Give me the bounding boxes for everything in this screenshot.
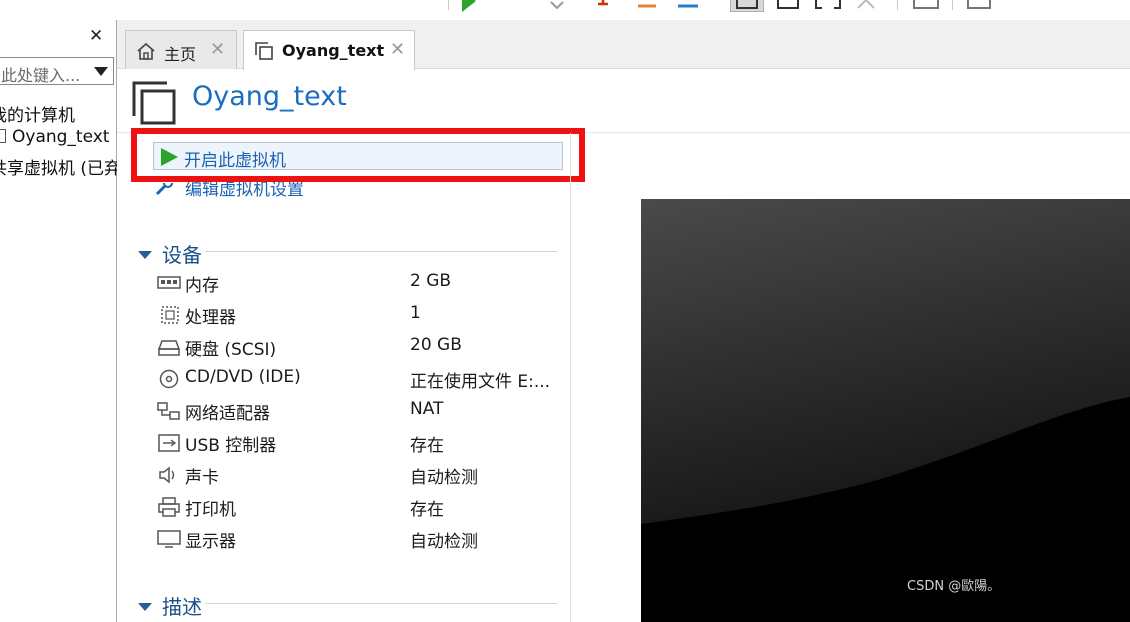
- device-row-sound[interactable]: 声卡 自动检测: [157, 461, 557, 489]
- device-value: 存在: [410, 436, 444, 456]
- toolbar-separator: [448, 0, 449, 10]
- search-placeholder: 在此处键入...: [0, 66, 81, 85]
- device-row-hard-disk[interactable]: 硬盘 (SCSI) 20 GB: [157, 333, 557, 361]
- device-name: CD/DVD (IDE): [185, 367, 301, 387]
- device-value: 自动检测: [410, 468, 478, 488]
- cd-dvd-icon: [159, 369, 179, 389]
- devices-section-toggle[interactable]: 设备: [138, 239, 202, 268]
- vm-title: Oyang_text: [192, 81, 347, 112]
- collapse-icon: [138, 251, 152, 259]
- device-name: 硬盘 (SCSI): [185, 340, 277, 360]
- tree-item-label: 我的计算机: [0, 106, 75, 126]
- toolbar-separator: [897, 0, 898, 10]
- revert-snapshot-icon[interactable]: [596, 0, 610, 12]
- section-title: 设备: [162, 243, 202, 267]
- device-row-memory[interactable]: 内存 2 GB: [157, 269, 557, 297]
- close-tab-icon[interactable]: ✕: [390, 39, 405, 60]
- divider: [205, 251, 557, 252]
- device-row-usb[interactable]: USB 控制器 存在: [157, 429, 557, 457]
- monitor-icon: [157, 530, 181, 548]
- vm-large-icon: [132, 81, 176, 125]
- device-name: 显示器: [185, 532, 236, 552]
- device-value: 正在使用文件 E:...: [410, 372, 551, 392]
- device-value: 自动检测: [410, 532, 478, 552]
- divider: [570, 133, 571, 622]
- tree-item-label: Oyang_text: [12, 127, 110, 147]
- watermark: CSDN @歐陽。: [907, 579, 1001, 594]
- vm-icon: [0, 129, 6, 143]
- device-row-display[interactable]: 显示器 自动检测: [157, 525, 557, 553]
- description-section-toggle[interactable]: 描述: [138, 591, 202, 620]
- device-name: USB 控制器: [185, 436, 277, 456]
- speaker-icon: [159, 466, 175, 484]
- close-icon[interactable]: ✕: [89, 26, 103, 46]
- highlight-annotation: [131, 128, 585, 182]
- console-view-icon[interactable]: [776, 0, 800, 12]
- vm-icon: [255, 42, 273, 60]
- vm-preview-image: [641, 199, 1130, 622]
- device-name: 网络适配器: [185, 404, 270, 424]
- device-name: 内存: [185, 276, 219, 296]
- device-row-cd-dvd[interactable]: CD/DVD (IDE) 正在使用文件 E:...: [157, 365, 557, 393]
- library-search-input[interactable]: 在此处键入...: [0, 57, 114, 85]
- tab-label: 主页: [164, 45, 197, 64]
- tab-vm[interactable]: Oyang_text ✕: [243, 30, 415, 70]
- fullscreen-icon[interactable]: [814, 0, 842, 12]
- chevron-down-icon[interactable]: [94, 67, 108, 76]
- display-settings-icon[interactable]: [966, 0, 992, 12]
- device-name: 处理器: [185, 308, 236, 328]
- home-icon: [137, 42, 155, 60]
- tab-home[interactable]: 主页 ✕: [125, 30, 237, 69]
- network-adapter-icon: [157, 402, 180, 420]
- take-snapshot-icon[interactable]: [636, 0, 658, 12]
- device-row-processor[interactable]: 处理器 1: [157, 301, 557, 329]
- main-toolbar: [0, 0, 1130, 20]
- device-value: 1: [410, 303, 421, 323]
- tree-item-vm[interactable]: Oyang_text: [0, 127, 109, 147]
- printer-icon: [158, 497, 180, 517]
- divider: [205, 603, 557, 604]
- device-row-printer[interactable]: 打印机 存在: [157, 493, 557, 521]
- tab-strip: 主页 ✕ Oyang_text ✕: [117, 20, 1130, 70]
- library-view-icon[interactable]: [730, 0, 764, 12]
- toolbar-separator: [952, 0, 953, 10]
- console-icon[interactable]: [912, 0, 940, 12]
- tab-label: Oyang_text: [282, 41, 385, 60]
- main-content: 主页 ✕ Oyang_text ✕ Oyang_text 开启此虚拟机 编辑虚拟…: [117, 20, 1130, 622]
- device-name: 打印机: [185, 500, 236, 520]
- library-sidebar: ✕ 在此处键入... 我的计算机 Oyang_text 共享虚拟机 (已弃用): [0, 20, 145, 622]
- snapshot-dropdown-icon[interactable]: [549, 0, 565, 12]
- memory-icon: [157, 276, 181, 289]
- device-row-network[interactable]: 网络适配器 NAT: [157, 397, 557, 425]
- power-on-icon[interactable]: [462, 0, 476, 12]
- section-title: 描述: [162, 595, 202, 619]
- device-name: 声卡: [185, 468, 219, 488]
- vm-preview-thumbnail[interactable]: [641, 199, 1130, 622]
- usb-icon: [158, 434, 180, 452]
- device-value: 2 GB: [410, 271, 452, 291]
- manage-snapshots-icon[interactable]: [676, 0, 702, 12]
- tree-item-my-computer[interactable]: 我的计算机: [0, 101, 75, 126]
- collapse-icon: [138, 603, 152, 611]
- hard-disk-icon: [157, 340, 181, 356]
- device-value: 20 GB: [410, 335, 462, 355]
- processor-icon: [161, 306, 179, 324]
- close-tab-icon[interactable]: ✕: [210, 39, 225, 60]
- device-value: NAT: [410, 399, 444, 419]
- unity-icon[interactable]: [856, 0, 880, 12]
- device-value: 存在: [410, 500, 444, 520]
